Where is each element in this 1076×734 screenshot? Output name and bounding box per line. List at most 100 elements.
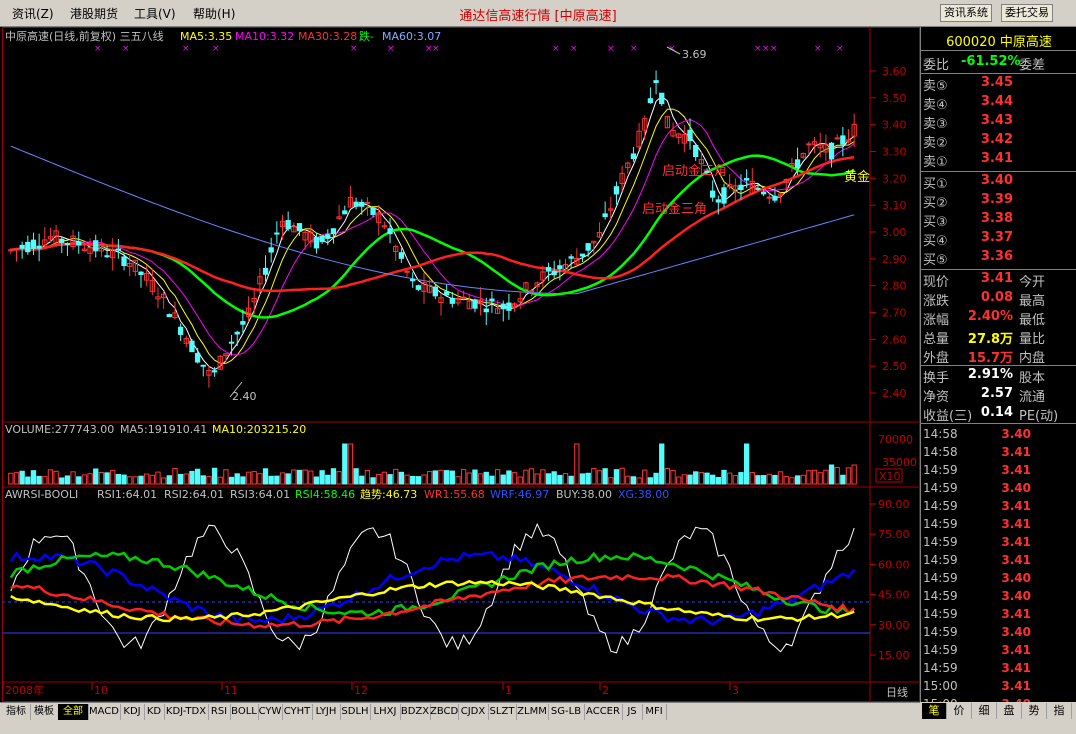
high-label: 3.69 [682, 48, 707, 61]
quote-tab-1[interactable]: 价 [947, 703, 972, 719]
indicator-tab-mfi[interactable]: MFI [642, 704, 667, 720]
trade-row: 14:58 3.40 [921, 427, 1076, 445]
quote-tab-5[interactable]: 指 [1047, 703, 1072, 719]
trade-time: 14:59 [923, 517, 958, 531]
trade-row: 14:58 3.41 [921, 445, 1076, 463]
svg-text:×: × [387, 44, 395, 54]
indicator-tab-zlmm[interactable]: ZLMM [516, 704, 549, 720]
trade-time: 14:59 [923, 625, 958, 639]
stock-title: 600020 中原高速 [946, 35, 1052, 50]
signal-markers: × × × × × × × × × × × × × × × × × × [94, 44, 844, 54]
trade-price: 3.40 [1001, 589, 1031, 603]
buy-level-2-value: 3.39 [980, 192, 1013, 207]
indicator-tab-macd[interactable]: MACD [88, 704, 121, 720]
indicator-tab-sdlh[interactable]: SDLH [340, 704, 371, 720]
sell-level-5-value: 3.45 [980, 75, 1013, 90]
indicator-tab-slzt[interactable]: SLZT [488, 704, 517, 720]
trade-row: 14:59 3.40 [921, 625, 1076, 643]
buy-level-1-label: 买① [923, 177, 948, 192]
indicator-tab-lhxj[interactable]: LHXJ [370, 704, 401, 720]
trade-price: 3.40 [1001, 481, 1031, 495]
stat-3-label: 总量 [923, 332, 950, 347]
indicator-tab-bdzx[interactable]: BDZX [400, 704, 431, 720]
buy-level-3: 买③ 3.38 [921, 211, 1076, 230]
stat2-1: 净资 2.57 流通 [921, 386, 1076, 405]
stat-4: 外盘 15.7万 内盘 [921, 347, 1076, 366]
stat-0-value: 3.41 [980, 271, 1013, 286]
stat-1-label: 涨跌 [923, 294, 950, 309]
indicator-tab-lyjh[interactable]: LYJH [312, 704, 341, 720]
buy-level-2: 买② 3.39 [921, 192, 1076, 211]
svg-text:×: × [182, 44, 190, 54]
awrsi-tick: 30.00 [878, 619, 910, 632]
buy-level-5-label: 买⑤ [923, 253, 948, 268]
trade-row: 14:59 3.41 [921, 661, 1076, 679]
awrsi-tick: 15.00 [878, 649, 910, 662]
quote-tab-2[interactable]: 细 [972, 703, 997, 719]
stat2-2-value: 0.14 [980, 405, 1013, 420]
quote-tab-4[interactable]: 势 [1022, 703, 1047, 719]
svg-text:×: × [814, 44, 822, 54]
svg-text:×: × [94, 44, 102, 54]
trade-button[interactable]: 委托交易 [1001, 4, 1053, 22]
trade-row: 14:59 3.41 [921, 499, 1076, 517]
fall-label: 跌- [359, 29, 374, 43]
stat-1-label2: 最高 [1019, 294, 1046, 309]
period-label[interactable]: 日线 [886, 685, 908, 699]
indicator-tab-js[interactable]: JS [622, 704, 643, 720]
trade-price: 3.41 [1001, 553, 1031, 567]
indicator-tab-cyw[interactable]: CYW [258, 704, 283, 720]
stat2-1-value: 2.57 [980, 386, 1013, 401]
stat-0: 现价 3.41 今开 [921, 271, 1076, 290]
price-tick: 3.30 [882, 146, 907, 159]
indicator-tab-rsi[interactable]: RSI [208, 704, 231, 720]
indicator-tab-accer[interactable]: ACCER [584, 704, 623, 720]
stat-2-label: 涨幅 [923, 313, 950, 328]
indicator-tab-kdj-tdx[interactable]: KDJ-TDX [164, 704, 209, 720]
time-tick: 12 [354, 684, 368, 697]
rsi4-label: RSI4:58.46 [295, 488, 355, 501]
buy-level-1: 买① 3.40 [921, 173, 1076, 192]
buy-level-3-label: 买③ [923, 215, 948, 230]
svg-text:×: × [762, 44, 770, 54]
trade-price: 3.41 [1001, 535, 1031, 549]
price-tick: 3.00 [882, 226, 907, 239]
trade-time: 14:59 [923, 571, 958, 585]
volume-ma5-label: MA5:191910.41 [120, 423, 207, 436]
trade-time: 14:58 [923, 445, 958, 459]
time-tick: 2 [602, 684, 609, 697]
stat2-1-label: 净资 [923, 390, 950, 405]
quote-tab-3[interactable]: 盘 [997, 703, 1022, 719]
trade-price: 3.40 [1001, 427, 1031, 441]
indicator-tab-模板[interactable]: 模板 [30, 704, 59, 720]
price-tick: 2.50 [882, 360, 907, 373]
volume-ma10-label: MA10:203215.20 [212, 423, 306, 436]
volume-tick-70000: 70000 [878, 433, 913, 446]
trade-time: 14:59 [923, 499, 958, 513]
trade-row: 14:59 3.41 [921, 607, 1076, 625]
indicator-tab-zbcd[interactable]: ZBCD [430, 704, 459, 720]
indicator-tab-cyht[interactable]: CYHT [282, 704, 313, 720]
chart-area[interactable]: 中原高速(日线,前复权) 三五八线 MA5:3.35 MA10:3.32 MA3… [2, 27, 920, 702]
trade-row: 14:59 3.41 [921, 463, 1076, 481]
stat-0-label2: 今开 [1019, 275, 1046, 290]
indicator-tab-指标[interactable]: 指标 [2, 704, 31, 720]
indicator-tab-kdj[interactable]: KDJ [120, 704, 145, 720]
indicator-tab-kd[interactable]: KD [144, 704, 165, 720]
svg-text:×: × [836, 44, 844, 54]
stat-3-value: 27.8万 [967, 332, 1013, 347]
kline-chart[interactable]: 中原高速(日线,前复权) 三五八线 MA5:3.35 MA10:3.32 MA3… [2, 27, 920, 702]
news-system-button[interactable]: 资讯系统 [940, 4, 992, 22]
indicator-tab-sg-lb[interactable]: SG-LB [548, 704, 585, 720]
indicator-tab-全部[interactable]: 全部 [58, 704, 89, 720]
quote-panel: 600020 中原高速 委比 -61.52% 委差 卖⑤ 3.45 卖④ 3.44 卖③… [920, 27, 1076, 720]
wr1-label: WR1:55.68 [424, 488, 485, 501]
quote-tab-0[interactable]: 笔 [922, 703, 947, 719]
indicator-tab-cjdx[interactable]: CJDX [458, 704, 489, 720]
trade-time: 14:59 [923, 589, 958, 603]
stat-3: 总量 27.8万 量比 [921, 328, 1076, 347]
trade-row: 14:59 3.40 [921, 481, 1076, 499]
stat2-0-value: 2.91% [967, 367, 1013, 382]
trade-row: 14:59 3.41 [921, 535, 1076, 553]
indicator-tab-boll[interactable]: BOLL [230, 704, 259, 720]
